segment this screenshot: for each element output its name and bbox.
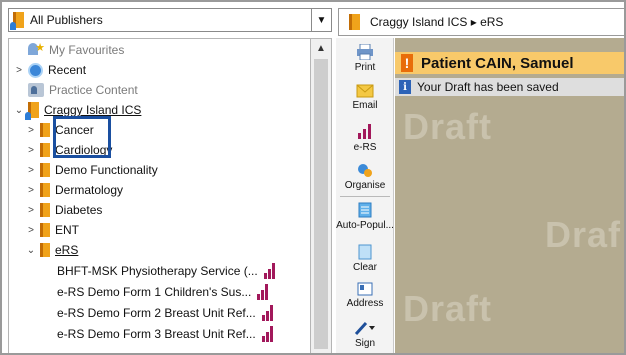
- publisher-select-value: All Publishers: [30, 13, 103, 27]
- chevron-right-icon[interactable]: >: [25, 185, 37, 196]
- sign-button[interactable]: Sign: [336, 320, 394, 349]
- printer-icon: [357, 44, 373, 60]
- left-pane: All Publishers ▼ ★ My Favourites > Recen…: [2, 2, 334, 353]
- chevron-right-icon[interactable]: >: [25, 205, 37, 216]
- info-icon: i: [399, 80, 411, 94]
- ers-button[interactable]: e-RS: [336, 122, 394, 153]
- right-pane: Craggy Island ICS ▸ eRS Print Email e-RS…: [336, 2, 624, 353]
- book-icon: [25, 102, 39, 120]
- practice-icon: [28, 83, 44, 97]
- app-window: All Publishers ▼ ★ My Favourites > Recen…: [0, 0, 626, 355]
- tree-item-recent[interactable]: > Recent: [13, 61, 86, 79]
- ers-icon: [263, 263, 275, 279]
- print-button[interactable]: Print: [336, 44, 394, 73]
- ers-icon: [358, 124, 371, 139]
- form-item[interactable]: BHFT-MSK Physiotherapy Service (...: [57, 262, 275, 280]
- tree-item-diabetes[interactable]: > Diabetes: [25, 201, 102, 219]
- ers-icon: [261, 326, 273, 342]
- scroll-up-icon[interactable]: ▲: [311, 43, 331, 54]
- chevron-right-icon[interactable]: >: [25, 125, 37, 136]
- publisher-select-label: All Publishers: [9, 12, 311, 30]
- tree-item-my-favourites[interactable]: ★ My Favourites: [13, 41, 124, 59]
- form-preview: ! Patient CAIN, Samuel i Your Draft has …: [395, 38, 624, 353]
- auto-populate-button[interactable]: Auto-Popul...: [336, 202, 394, 231]
- patient-banner: ! Patient CAIN, Samuel: [395, 52, 624, 74]
- ers-icon: [261, 305, 273, 321]
- toolbar-divider: [340, 196, 390, 197]
- email-button[interactable]: Email: [336, 84, 394, 111]
- chevron-down-icon[interactable]: ▼: [311, 9, 331, 31]
- scroll-thumb[interactable]: [314, 59, 328, 349]
- ers-icon: [257, 284, 269, 300]
- book-icon: [40, 203, 50, 217]
- chevron-right-icon[interactable]: >: [25, 165, 37, 176]
- tree-item-dermatology[interactable]: > Dermatology: [25, 181, 123, 199]
- tree-item-demo-functionality[interactable]: > Demo Functionality: [25, 161, 158, 179]
- chevron-down-icon[interactable]: ⌄: [13, 105, 25, 116]
- blank-document-icon: [358, 244, 372, 260]
- form-item[interactable]: e-RS Demo Form 2 Breast Unit Ref...: [57, 304, 273, 322]
- breadcrumb-path: Craggy Island ICS ▸ eRS: [370, 15, 504, 29]
- ers-highlight-box: [53, 116, 111, 158]
- book-icon: [40, 163, 50, 177]
- chevron-right-icon[interactable]: >: [25, 225, 37, 236]
- draft-watermark: Draf: [545, 214, 622, 255]
- breadcrumb: Craggy Island ICS ▸ eRS: [338, 8, 624, 36]
- organise-icon: [358, 164, 372, 177]
- chevron-right-icon[interactable]: >: [25, 145, 37, 156]
- address-button[interactable]: Address: [336, 282, 394, 309]
- tree-item-ent[interactable]: > ENT: [25, 221, 79, 239]
- draft-watermark: Draft: [403, 288, 493, 329]
- draft-watermark: Draft: [403, 106, 493, 147]
- publisher-book-icon: [10, 12, 24, 30]
- book-icon: [349, 14, 360, 30]
- address-card-icon: [357, 282, 373, 296]
- tree-item-practice-content[interactable]: Practice Content: [13, 81, 138, 99]
- envelope-icon: [356, 84, 374, 98]
- book-icon: [40, 123, 50, 137]
- organise-button[interactable]: Organise: [336, 162, 394, 191]
- tree-scrollbar[interactable]: ▲: [310, 38, 332, 353]
- tree-item-ers[interactable]: ⌄ eRS: [25, 241, 78, 259]
- book-icon: [40, 223, 50, 237]
- book-icon: [40, 183, 50, 197]
- warning-icon: !: [401, 54, 413, 72]
- pen-icon: [354, 321, 375, 336]
- content-tree: ★ My Favourites > Recent Practice Conten…: [8, 38, 310, 353]
- favourites-icon: ★: [28, 42, 45, 57]
- draft-saved-notice: i Your Draft has been saved: [395, 78, 624, 96]
- clear-button[interactable]: Clear: [336, 244, 394, 273]
- chevron-right-icon[interactable]: >: [13, 65, 25, 76]
- clock-icon: [28, 62, 43, 78]
- chevron-down-icon[interactable]: ⌄: [25, 245, 37, 256]
- book-icon: [40, 143, 50, 157]
- book-icon: [40, 243, 50, 257]
- form-item[interactable]: e-RS Demo Form 1 Children's Sus...: [57, 283, 269, 301]
- document-icon: [358, 202, 372, 218]
- publisher-select[interactable]: All Publishers ▼: [8, 8, 332, 32]
- side-toolbar: Print Email e-RS Organise Auto-Popul... …: [336, 38, 394, 353]
- form-item[interactable]: e-RS Demo Form 3 Breast Unit Ref...: [57, 325, 273, 343]
